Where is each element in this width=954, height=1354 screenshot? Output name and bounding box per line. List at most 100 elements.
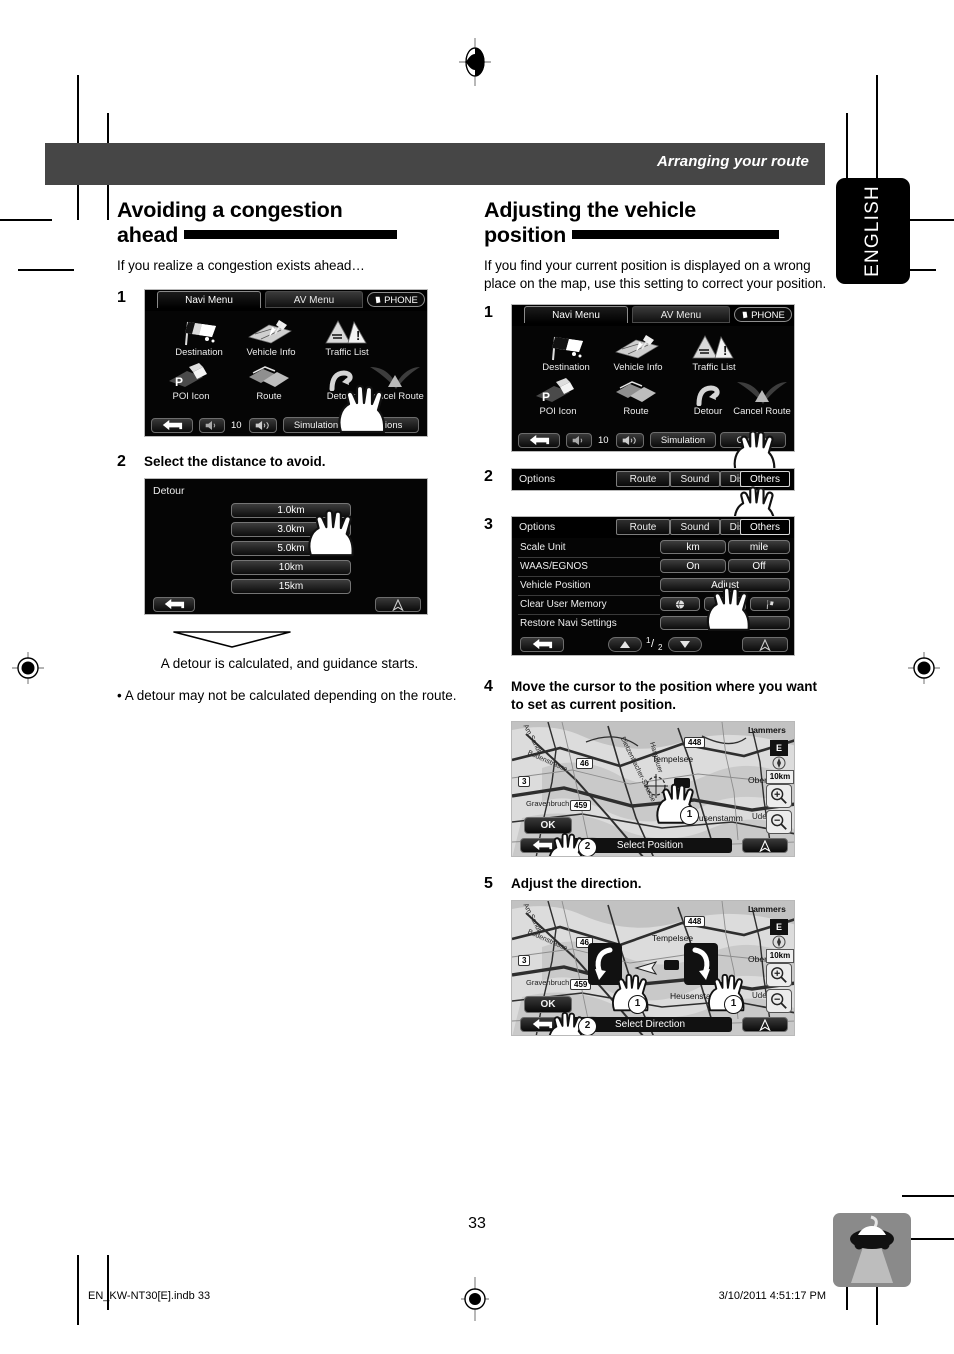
options-screen-tab-sound[interactable]: Sound: [670, 519, 720, 535]
menu-item-route[interactable]: Route: [233, 361, 305, 402]
zoom-in-icon: [771, 967, 787, 983]
map2-label-lammers: Lammers: [748, 904, 786, 914]
rotate-left-button[interactable]: [588, 943, 622, 985]
menu-item-vehicle-info-2[interactable]: Vehicle Info: [602, 332, 674, 373]
svg-text:!: !: [356, 328, 360, 343]
right-step-2-body: Options Route Sound Display Others: [511, 468, 829, 530]
clear-memory-globe-button[interactable]: [660, 597, 700, 611]
zoom-in-button[interactable]: [766, 784, 792, 808]
volume-down-icon: [572, 436, 583, 445]
options-tab-sound[interactable]: Sound: [670, 471, 720, 487]
map2-compass-button[interactable]: [742, 1017, 788, 1032]
options-button-2[interactable]: Options: [720, 432, 786, 448]
tab-navi-menu-label-2: Navi Menu: [552, 310, 600, 321]
menu-item-cancel-route-2[interactable]: Cancel Route: [722, 376, 794, 417]
waas-off-button[interactable]: Off: [728, 559, 790, 573]
tab-navi-menu-2[interactable]: Navi Menu: [524, 306, 628, 323]
back-button[interactable]: [151, 418, 193, 433]
menu-item-route-2[interactable]: Route: [600, 376, 672, 417]
menu-item-destination[interactable]: Destination: [163, 317, 235, 358]
language-tab: ENGLISH: [836, 178, 910, 284]
phone-icon: [375, 296, 381, 304]
detour-back-button[interactable]: [153, 597, 195, 612]
zoom-in-icon: [771, 788, 787, 804]
detour-distance-4[interactable]: 10km: [231, 560, 351, 575]
detour-distance-1[interactable]: 1.0km: [231, 503, 351, 518]
map-compass-button[interactable]: [742, 838, 788, 853]
map2-ok-button[interactable]: OK: [524, 996, 572, 1013]
map-scale-label: 10km: [766, 770, 794, 784]
tab-av-menu-2[interactable]: AV Menu: [632, 306, 730, 323]
traffic-warning-icon: !: [678, 332, 750, 362]
options-bar: Options Route Sound Display Others: [512, 469, 794, 490]
right-heading-line1: Adjusting the vehicle: [484, 198, 697, 222]
callout-2: 2: [578, 838, 597, 856]
map2-back-button[interactable]: [520, 1017, 564, 1032]
menu-item-traffic-list[interactable]: ! Traffic List: [311, 317, 383, 358]
simulation-button-2[interactable]: Simulation: [650, 432, 716, 448]
map-ok-button[interactable]: OK: [524, 817, 572, 834]
volume-down-icon: [205, 421, 216, 430]
rotate-right-button[interactable]: [684, 943, 718, 985]
tab-navi-menu[interactable]: Navi Menu: [157, 291, 261, 308]
phone-button[interactable]: PHONE: [367, 292, 425, 307]
registration-mark-bottom: [459, 1275, 491, 1323]
detour-distance-5[interactable]: 15km: [231, 579, 351, 594]
menu-label-poi-icon: POI Icon: [172, 391, 210, 402]
menu-item-traffic-list-2[interactable]: ! Traffic List: [678, 332, 750, 373]
options-button[interactable]: Options: [353, 417, 419, 433]
menu-item-destination-2[interactable]: Destination: [530, 332, 602, 373]
options-tab-others[interactable]: Others: [740, 471, 790, 487]
scale-unit-km-button[interactable]: km: [660, 540, 726, 554]
zoom-out-icon: [771, 993, 787, 1009]
map-back-button[interactable]: [520, 838, 564, 853]
zoom-in-button-2[interactable]: [766, 963, 792, 987]
zoom-out-button[interactable]: [766, 810, 792, 834]
detour-distance-3[interactable]: 5.0km: [231, 541, 351, 556]
road-shield-46-label: 46: [580, 759, 589, 768]
menu-item-cancel-route[interactable]: Cancel Route: [355, 361, 427, 402]
phone-button-2[interactable]: PHONE: [734, 307, 792, 322]
direction-badge: E: [770, 740, 788, 756]
options-back-button[interactable]: [520, 637, 564, 652]
volume-value-2: 10: [598, 435, 609, 446]
volume-up-button-2[interactable]: [616, 433, 644, 448]
scale-unit-mile-button[interactable]: mile: [728, 540, 790, 554]
simulation-button[interactable]: Simulation: [283, 417, 349, 433]
options-tab-route[interactable]: Route: [616, 471, 670, 487]
options-compass-button[interactable]: [742, 637, 788, 652]
car-on-road-icon: [833, 1213, 911, 1287]
menu-item-vehicle-info[interactable]: Vehicle Info: [235, 317, 307, 358]
vehicle-position-adjust-button[interactable]: Adjust: [660, 578, 790, 592]
clear-memory-flag-button[interactable]: [750, 597, 790, 611]
menu-item-poi-icon-2[interactable]: P POI Icon: [522, 376, 594, 417]
page-up-button[interactable]: [608, 637, 642, 652]
volume-up-button[interactable]: [249, 418, 277, 433]
map-label-ude: Ude: [752, 812, 767, 821]
menu-item-poi-icon[interactable]: P POI Icon: [155, 361, 227, 402]
checkered-flag-icon: [163, 317, 235, 347]
clear-memory-star-button[interactable]: [704, 597, 746, 611]
map2-label-heusenstamm: Heusenstamm: [670, 991, 725, 1001]
volume-down-button[interactable]: [199, 418, 225, 433]
road-shield-459-label: 459: [574, 801, 588, 810]
tab-av-menu[interactable]: AV Menu: [265, 291, 363, 308]
navi-icon-grid-2: Destination Vehicle Info ! Traffic List: [512, 326, 794, 432]
options-screen-tab-route[interactable]: Route: [616, 519, 670, 535]
detour-distance-2[interactable]: 3.0km: [231, 522, 351, 537]
options-screen-tab-others[interactable]: Others: [740, 519, 790, 535]
restore-button[interactable]: Restore: [660, 616, 790, 630]
back-button-2[interactable]: [518, 433, 560, 448]
svg-text:!: !: [723, 343, 727, 358]
waas-on-button[interactable]: On: [660, 559, 726, 573]
callout-1: 1: [680, 806, 699, 825]
page-down-button[interactable]: [668, 637, 702, 652]
left-section-heading: Avoiding a congestion ahead: [117, 198, 462, 248]
detour-compass-button[interactable]: [375, 597, 421, 612]
volume-down-button-2[interactable]: [566, 433, 592, 448]
left-step-2-text: Select the distance to avoid.: [144, 454, 326, 469]
zoom-out-button-2[interactable]: [766, 989, 792, 1013]
right-step-4-text: Move the cursor to the position where yo…: [511, 679, 818, 712]
restore-label: Restore: [707, 618, 743, 629]
detour-distance-1-label: 1.0km: [277, 505, 305, 516]
